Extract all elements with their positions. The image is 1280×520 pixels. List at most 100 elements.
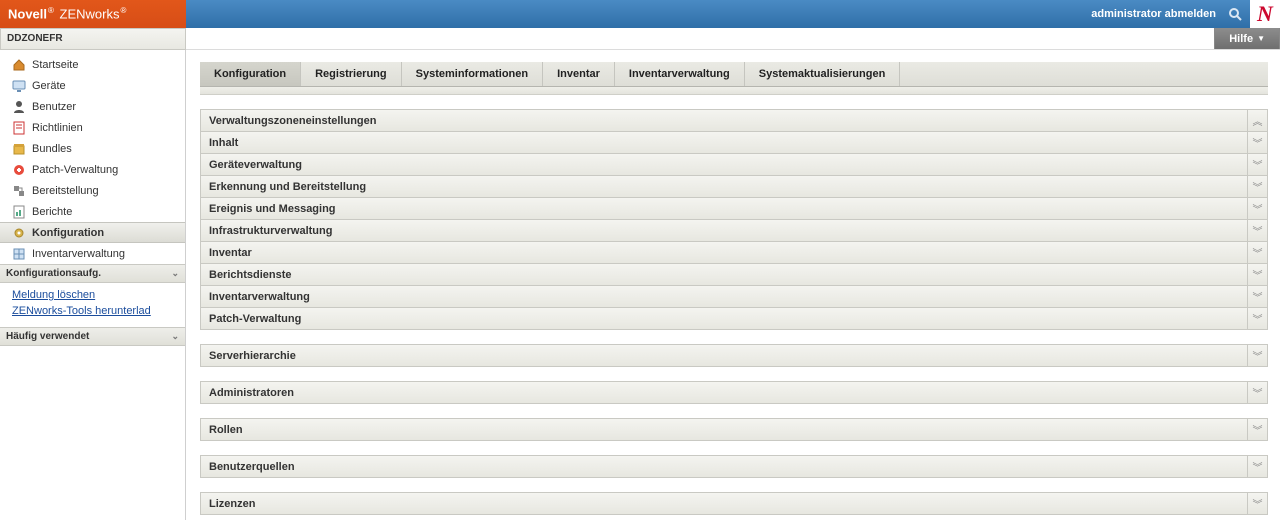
- report-icon: [12, 205, 26, 219]
- sidebar-item-label: Startseite: [32, 59, 78, 71]
- sidebar-item-bereitstellung[interactable]: Bereitstellung: [0, 180, 185, 201]
- panel-header[interactable]: Ereignis und Messaging︾: [200, 197, 1268, 220]
- panel-title: Verwaltungszoneneinstellungen: [201, 112, 1247, 130]
- chevron-down-icon[interactable]: ︾: [1247, 308, 1267, 329]
- sidebar-section-config-tasks[interactable]: Konfigurationsaufg. ⌄: [0, 264, 185, 283]
- gear-icon: [12, 226, 26, 240]
- sidebar-item-konfiguration[interactable]: Konfiguration: [0, 222, 185, 243]
- sidebar-link[interactable]: Meldung löschen: [12, 287, 177, 303]
- panel-header[interactable]: Patch-Verwaltung︾: [200, 307, 1268, 330]
- chevron-down-icon[interactable]: ︾: [1247, 220, 1267, 241]
- panel-header[interactable]: Inventarverwaltung︾: [200, 285, 1268, 308]
- sidebar-item-richtlinien[interactable]: Richtlinien: [0, 117, 185, 138]
- home-icon: [12, 58, 26, 72]
- panel-header[interactable]: Berichtsdienste︾: [200, 263, 1268, 286]
- sidebar-item-label: Bereitstellung: [32, 185, 99, 197]
- panel-title: Administratoren: [201, 384, 1247, 402]
- monitor-icon: [12, 79, 26, 93]
- tab-inventar[interactable]: Inventar: [543, 62, 615, 86]
- sidebar-item-berichte[interactable]: Berichte: [0, 201, 185, 222]
- patch-icon: [12, 163, 26, 177]
- panel-header[interactable]: Erkennung und Bereitstellung︾: [200, 175, 1268, 198]
- sidebar-item-label: Patch-Verwaltung: [32, 164, 118, 176]
- sidebar-section-frequent[interactable]: Häufig verwendet ⌄: [0, 327, 185, 346]
- chevron-down-icon: ⌄: [171, 331, 179, 342]
- sidebar-item-inventarverwaltung[interactable]: Inventarverwaltung: [0, 243, 185, 264]
- chevron-down-icon[interactable]: ︾: [1247, 132, 1267, 153]
- top-banner: administrator abmelden: [186, 0, 1250, 28]
- help-menu[interactable]: Hilfe ▼: [1214, 28, 1280, 49]
- sidebar-item-label: Benutzer: [32, 101, 76, 113]
- panel-title: Inhalt: [201, 134, 1247, 152]
- sidebar-item-label: Richtlinien: [32, 122, 83, 134]
- panel-header[interactable]: Lizenzen︾: [200, 492, 1268, 515]
- tab-systeminformationen[interactable]: Systeminformationen: [402, 62, 543, 86]
- chevron-down-icon[interactable]: ︾: [1247, 382, 1267, 403]
- panel-header[interactable]: Infrastrukturverwaltung︾: [200, 219, 1268, 242]
- search-icon[interactable]: [1228, 7, 1242, 21]
- sidebar-item-label: Bundles: [32, 143, 72, 155]
- panel-title: Infrastrukturverwaltung: [201, 222, 1247, 240]
- chevron-down-icon: ⌄: [171, 268, 179, 279]
- sidebar: Startseite Geräte Benutzer Richtlinien Bundl…: [0, 50, 186, 520]
- box-icon: [12, 142, 26, 156]
- sidebar-item-label: Geräte: [32, 80, 66, 92]
- panel-header[interactable]: Inhalt︾: [200, 131, 1268, 154]
- sidebar-item-bundles[interactable]: Bundles: [0, 138, 185, 159]
- main-content: KonfigurationRegistrierungSysteminformat…: [186, 50, 1280, 520]
- chevron-down-icon: ▼: [1257, 34, 1265, 43]
- brand-product: ZENworks: [60, 7, 120, 22]
- tab-inventarverwaltung[interactable]: Inventarverwaltung: [615, 62, 745, 86]
- brand-company: Novell: [8, 7, 47, 22]
- chevron-down-icon[interactable]: ︾: [1247, 264, 1267, 285]
- panel-title: Geräteverwaltung: [201, 156, 1247, 174]
- panel-header[interactable]: Benutzerquellen︾: [200, 455, 1268, 478]
- panel-header[interactable]: Administratoren︾: [200, 381, 1268, 404]
- chevron-down-icon[interactable]: ︾: [1247, 419, 1267, 440]
- sidebar-item-label: Konfiguration: [32, 227, 104, 239]
- sidebar-item-ger-te[interactable]: Geräte: [0, 75, 185, 96]
- user-icon: [12, 100, 26, 114]
- chevron-down-icon[interactable]: ︾: [1247, 198, 1267, 219]
- panel-header[interactable]: Serverhierarchie︾: [200, 344, 1268, 367]
- panel-title: Ereignis und Messaging: [201, 200, 1247, 218]
- help-label: Hilfe: [1229, 33, 1253, 45]
- chevron-down-icon[interactable]: ︾: [1247, 242, 1267, 263]
- sidebar-item-benutzer[interactable]: Benutzer: [0, 96, 185, 117]
- brand-area: Novell® ZENworks®: [0, 0, 186, 28]
- policy-icon: [12, 121, 26, 135]
- sidebar-item-startseite[interactable]: Startseite: [0, 54, 185, 75]
- chevron-down-icon[interactable]: ︾: [1247, 345, 1267, 366]
- zone-name: DDZONEFR: [0, 28, 186, 50]
- chevron-down-icon[interactable]: ︾: [1247, 493, 1267, 514]
- chevron-down-icon[interactable]: ︾: [1247, 176, 1267, 197]
- panel-title: Benutzerquellen: [201, 458, 1247, 476]
- novell-logo: N: [1250, 0, 1280, 28]
- panel-header[interactable]: Rollen︾: [200, 418, 1268, 441]
- deploy-icon: [12, 184, 26, 198]
- chevron-down-icon[interactable]: ︾: [1247, 456, 1267, 477]
- sidebar-item-label: Berichte: [32, 206, 72, 218]
- panel-title: Lizenzen: [201, 495, 1247, 513]
- chevron-down-icon[interactable]: ︾: [1247, 154, 1267, 175]
- panel-title: Inventar: [201, 244, 1247, 262]
- panel-header[interactable]: Geräteverwaltung︾: [200, 153, 1268, 176]
- sidebar-section-label: Häufig verwendet: [6, 331, 89, 342]
- panel-title: Erkennung und Bereitstellung: [201, 178, 1247, 196]
- inventory-icon: [12, 247, 26, 261]
- panel-title: Inventarverwaltung: [201, 288, 1247, 306]
- tab-konfiguration[interactable]: Konfiguration: [200, 62, 301, 86]
- tab-registrierung[interactable]: Registrierung: [301, 62, 402, 86]
- logout-link[interactable]: administrator abmelden: [1091, 8, 1216, 20]
- panel-title: Berichtsdienste: [201, 266, 1247, 284]
- chevron-down-icon[interactable]: ︾: [1247, 286, 1267, 307]
- tab-systemaktualisierungen[interactable]: Systemaktualisierungen: [745, 62, 901, 86]
- panel-title: Serverhierarchie: [201, 347, 1247, 365]
- panel-header[interactable]: Inventar︾: [200, 241, 1268, 264]
- sidebar-item-patch-verwaltung[interactable]: Patch-Verwaltung: [0, 159, 185, 180]
- chevron-up-icon[interactable]: ︽: [1247, 110, 1267, 131]
- panel-header[interactable]: Verwaltungszoneneinstellungen︽: [200, 109, 1268, 132]
- sidebar-item-label: Inventarverwaltung: [32, 248, 125, 260]
- sidebar-link[interactable]: ZENworks-Tools herunterlad: [12, 303, 177, 319]
- tab-underline: [200, 87, 1268, 95]
